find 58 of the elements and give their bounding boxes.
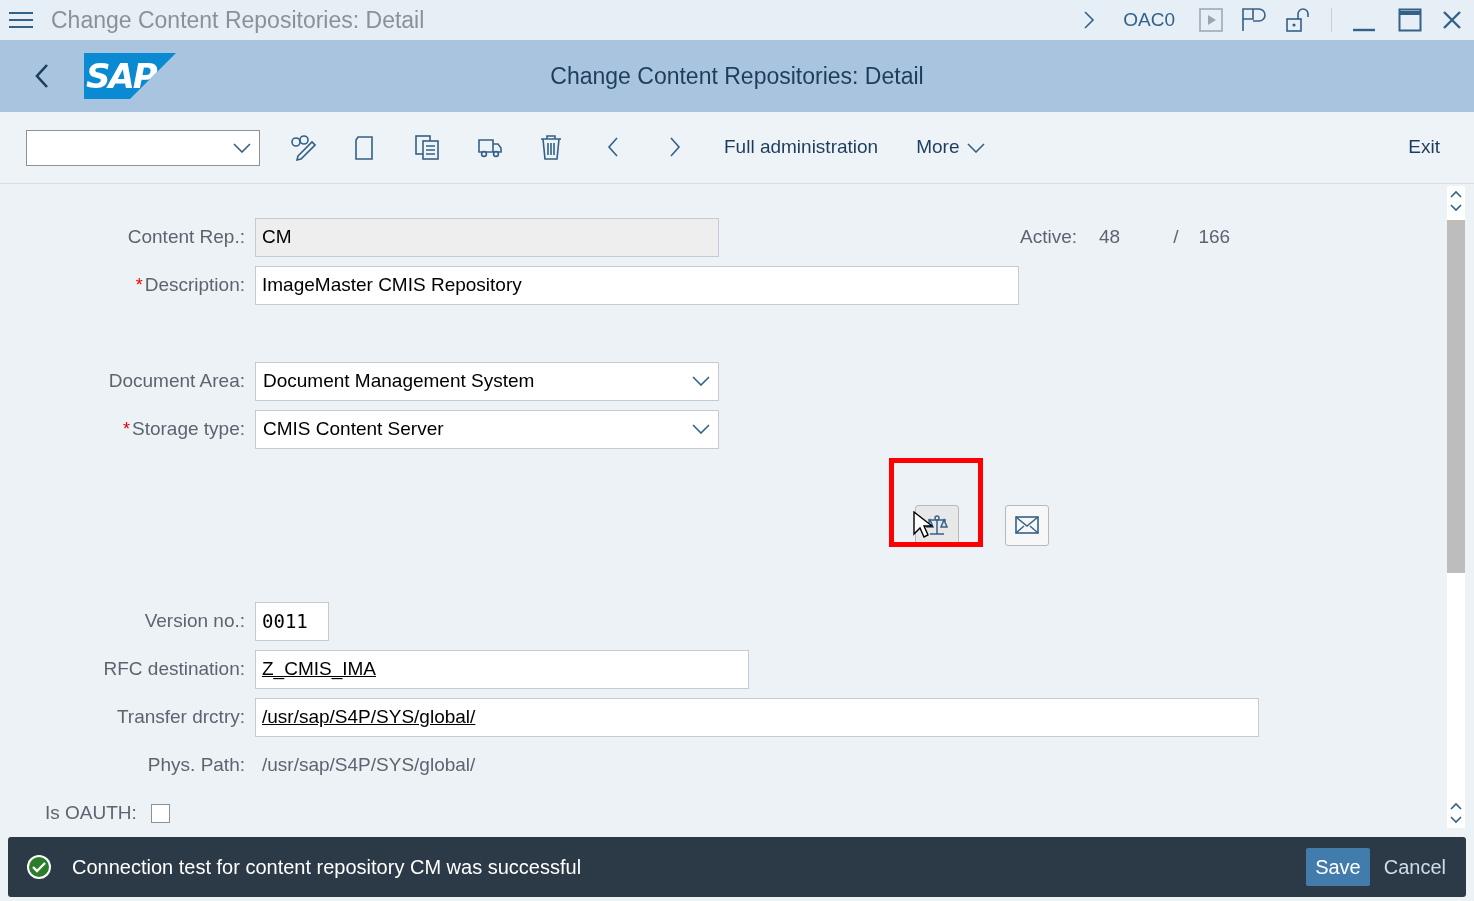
toolbar-button[interactable]: Full administration [724,133,879,162]
send-mail-button[interactable] [1005,504,1049,546]
dropdown-field[interactable]: Document Management System [255,361,719,401]
caret-down-icon [1450,204,1462,212]
chevron-down-icon [692,376,710,386]
active-count: 48 [1099,224,1121,249]
close-icon[interactable] [1442,10,1462,30]
trash-button[interactable] [538,133,564,162]
transaction-code: OAC0 [1123,7,1175,32]
text-field[interactable]: 0011 [255,601,329,641]
field-label: Transfer drctry: [116,704,245,729]
status-message: Connection test for content repository CM was successful [72,855,582,880]
path-text: /usr/sap/S4P/SYS/global/ [261,752,476,777]
field-label: Version no.: [144,608,245,633]
active-label: Active: [1020,224,1078,249]
command-dropdown[interactable] [26,129,260,166]
field-label: *Description: [135,272,245,297]
unlocked-padlock-icon[interactable] [1285,7,1311,33]
page-title: Change Content Repositories: Detail [550,61,924,91]
glasses-pencil-icon [290,133,316,162]
trash-icon [538,133,564,162]
menu-icon[interactable] [8,10,34,30]
separator: / [1173,224,1179,249]
chevron-right-icon[interactable] [1083,10,1096,30]
readonly-field: CM [255,217,719,257]
glasses-pencil-button[interactable] [290,133,316,162]
chevron-down-icon [692,424,710,434]
cancel-button[interactable]: Cancel [1381,848,1448,886]
chevron-down-icon [967,142,986,153]
scales-icon [925,513,949,537]
text-field[interactable]: ImageMaster CMIS Repository [255,265,1019,305]
save-button[interactable]: Save [1306,848,1370,886]
chevron-down-icon [233,142,251,153]
copy-document-button[interactable] [414,133,440,162]
text-field[interactable]: Z_CMIS_IMA [255,649,749,689]
total-count: 166 [1198,224,1231,249]
copy-document-icon [414,133,440,162]
field-label: Content Rep.: [127,224,245,249]
envelope-icon [1015,516,1039,534]
caret-up-icon [1450,802,1462,810]
field-label: RFC destination: [103,656,245,681]
scrollbar[interactable] [1447,186,1465,828]
mouse-pointer-icon [913,511,933,539]
exit-button[interactable]: Exit [1408,133,1440,162]
field-label: Is OAUTH: [45,800,137,825]
text-field[interactable]: /usr/sap/S4P/SYS/global/ [255,697,1259,737]
logo: SAP [84,53,176,99]
window-title: Change Content Repositories: Detail [51,5,425,35]
maximize-icon[interactable] [1398,8,1422,32]
field-label: Phys. Path: [147,752,245,777]
field-label: Document Area: [108,368,245,393]
caret-down-icon [1450,816,1462,824]
back-icon[interactable] [34,63,50,89]
more-menu-button[interactable]: More [916,133,986,162]
caret-up-icon [1450,190,1462,198]
oauth-checkbox[interactable] [150,803,170,823]
field-label: *Storage type: [122,416,245,441]
dropdown-field[interactable]: CMIS Content Server [255,409,719,449]
